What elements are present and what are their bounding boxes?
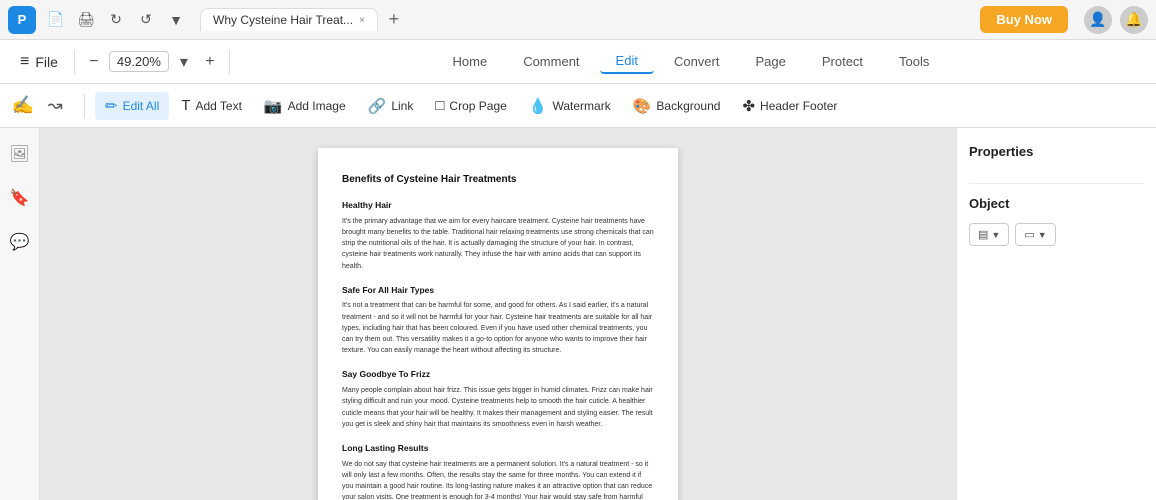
select-tool-button[interactable]: ↝ [40,91,70,121]
nav-tabs: Home Comment Edit Convert Page Protect T… [238,49,1144,74]
left-sidebar: 🖼 🔖 💬 [0,128,40,500]
main-area: 🖼 🔖 💬 Benefits of Cysteine Hair Treatmen… [0,128,1156,500]
divider-2 [229,50,230,74]
crop-page-button[interactable]: □ Crop Page [425,92,516,119]
file-menu-label: File [35,54,58,70]
tab-comment[interactable]: Comment [507,50,595,73]
distribute-icon: ▭ [1024,228,1034,241]
section-heading-3: Long Lasting Results [342,442,654,455]
edit-divider [84,94,85,118]
notification-bell-icon[interactable]: 🔔 [1120,6,1148,34]
tab-edit[interactable]: Edit [600,49,654,74]
add-text-button[interactable]: T Add Text [171,92,252,119]
zoom-value-display[interactable]: 49.20% [109,51,169,72]
hamburger-icon: ≡ [20,53,29,71]
add-text-icon: T [181,97,190,114]
tab-tools[interactable]: Tools [883,50,945,73]
watermark-icon: 💧 [529,97,548,115]
menu-toolbar: ≡ File − 49.20% ▾ + Home Comment Edit Co… [0,40,1156,84]
user-avatar-icon[interactable]: 👤 [1084,6,1112,34]
background-button[interactable]: 🎨 Background [623,92,731,120]
cursor-tools: ✍ ↝ [8,91,70,121]
header-footer-icon: ✤ [742,97,755,115]
zoom-dropdown-button[interactable]: ▾ [173,51,195,73]
image-sidebar-icon[interactable]: 🖼 [6,140,34,168]
section-text-2: Many people complain about hair frizz. T… [342,385,654,430]
redo-icon[interactable]: ↺ [134,8,158,32]
background-label: Background [656,99,720,113]
print-icon[interactable]: 🖨 [74,8,98,32]
user-icons: 👤 🔔 [1084,6,1148,34]
zoom-controls: − 49.20% ▾ + [83,51,221,73]
comment-sidebar-icon[interactable]: 💬 [6,228,34,256]
section-text-0: It's the primary advantage that we aim f… [342,216,654,272]
header-footer-label: Header Footer [760,99,837,113]
tab-convert[interactable]: Convert [658,50,736,73]
align-icon: ▤ [978,228,988,241]
add-image-icon: 📷 [264,97,283,115]
document-title: Benefits of Cysteine Hair Treatments [342,172,654,187]
section-safe-hair: Safe For All Hair Types It's not a treat… [342,284,654,357]
title-bar-icons: 📄 🖨 ↻ ↺ ▼ [44,8,188,32]
title-bar: P 📄 🖨 ↻ ↺ ▼ Why Cysteine Hair Treat... ×… [0,0,1156,40]
section-text-3: We do not say that cysteine hair treatme… [342,459,654,500]
object-align-button[interactable]: ▤ ▼ [969,223,1009,246]
align-arrow-icon: ▼ [991,230,1000,240]
object-controls: ▤ ▼ ▭ ▼ [969,223,1144,246]
distribute-arrow-icon: ▼ [1038,230,1047,240]
hand-tool-button[interactable]: ✍ [8,91,38,121]
divider-1 [74,50,75,74]
zoom-in-button[interactable]: + [199,51,221,73]
tab-title: Why Cysteine Hair Treat... [213,13,353,27]
bookmark-sidebar-icon[interactable]: 🔖 [6,184,34,212]
new-tab-button[interactable]: + [382,8,406,32]
edit-all-label: Edit All [123,99,160,113]
background-icon: 🎨 [633,97,652,115]
right-sidebar: Properties Object ▤ ▼ ▭ ▼ [956,128,1156,500]
link-button[interactable]: 🔗 Link [358,92,424,120]
add-text-label: Add Text [195,99,241,113]
tab-close-button[interactable]: × [359,15,365,26]
pdf-page: Benefits of Cysteine Hair Treatments Hea… [318,148,678,500]
add-image-button[interactable]: 📷 Add Image [254,92,356,120]
section-frizz: Say Goodbye To Frizz Many people complai… [342,368,654,430]
tab-page[interactable]: Page [739,50,801,73]
edit-toolbar: ✍ ↝ ✏ Edit All T Add Text 📷 Add Image 🔗 … [0,84,1156,128]
undo-icon[interactable]: ↻ [104,8,128,32]
dropdown-icon[interactable]: ▼ [164,8,188,32]
section-healthy-hair: Healthy Hair It's the primary advantage … [342,199,654,272]
header-footer-button[interactable]: ✤ Header Footer [732,92,847,120]
object-distribute-button[interactable]: ▭ ▼ [1015,223,1055,246]
link-label: Link [391,99,413,113]
object-title: Object [969,196,1144,211]
section-heading-1: Safe For All Hair Types [342,284,654,297]
section-text-1: It's not a treatment that can be harmful… [342,300,654,356]
file-icon[interactable]: 📄 [44,8,68,32]
active-tab[interactable]: Why Cysteine Hair Treat... × [200,8,378,31]
section-heading-0: Healthy Hair [342,199,654,212]
crop-page-icon: □ [435,97,444,114]
watermark-label: Watermark [552,99,610,113]
app-logo: P [8,6,36,34]
crop-page-label: Crop Page [449,99,506,113]
section-longlasting: Long Lasting Results We do not say that … [342,442,654,500]
buy-now-button[interactable]: Buy Now [980,6,1068,33]
document-area: Benefits of Cysteine Hair Treatments Hea… [40,128,956,500]
tab-protect[interactable]: Protect [806,50,879,73]
edit-all-button[interactable]: ✏ Edit All [95,92,169,120]
file-menu-button[interactable]: ≡ File [12,53,66,71]
properties-title: Properties [969,144,1144,159]
link-icon: 🔗 [368,97,387,115]
watermark-button[interactable]: 💧 Watermark [519,92,621,120]
section-heading-2: Say Goodbye To Frizz [342,368,654,381]
tab-home[interactable]: Home [437,50,504,73]
edit-all-icon: ✏ [105,97,118,115]
tab-bar: Why Cysteine Hair Treat... × + [200,8,972,32]
add-image-label: Add Image [288,99,346,113]
zoom-out-button[interactable]: − [83,51,105,73]
